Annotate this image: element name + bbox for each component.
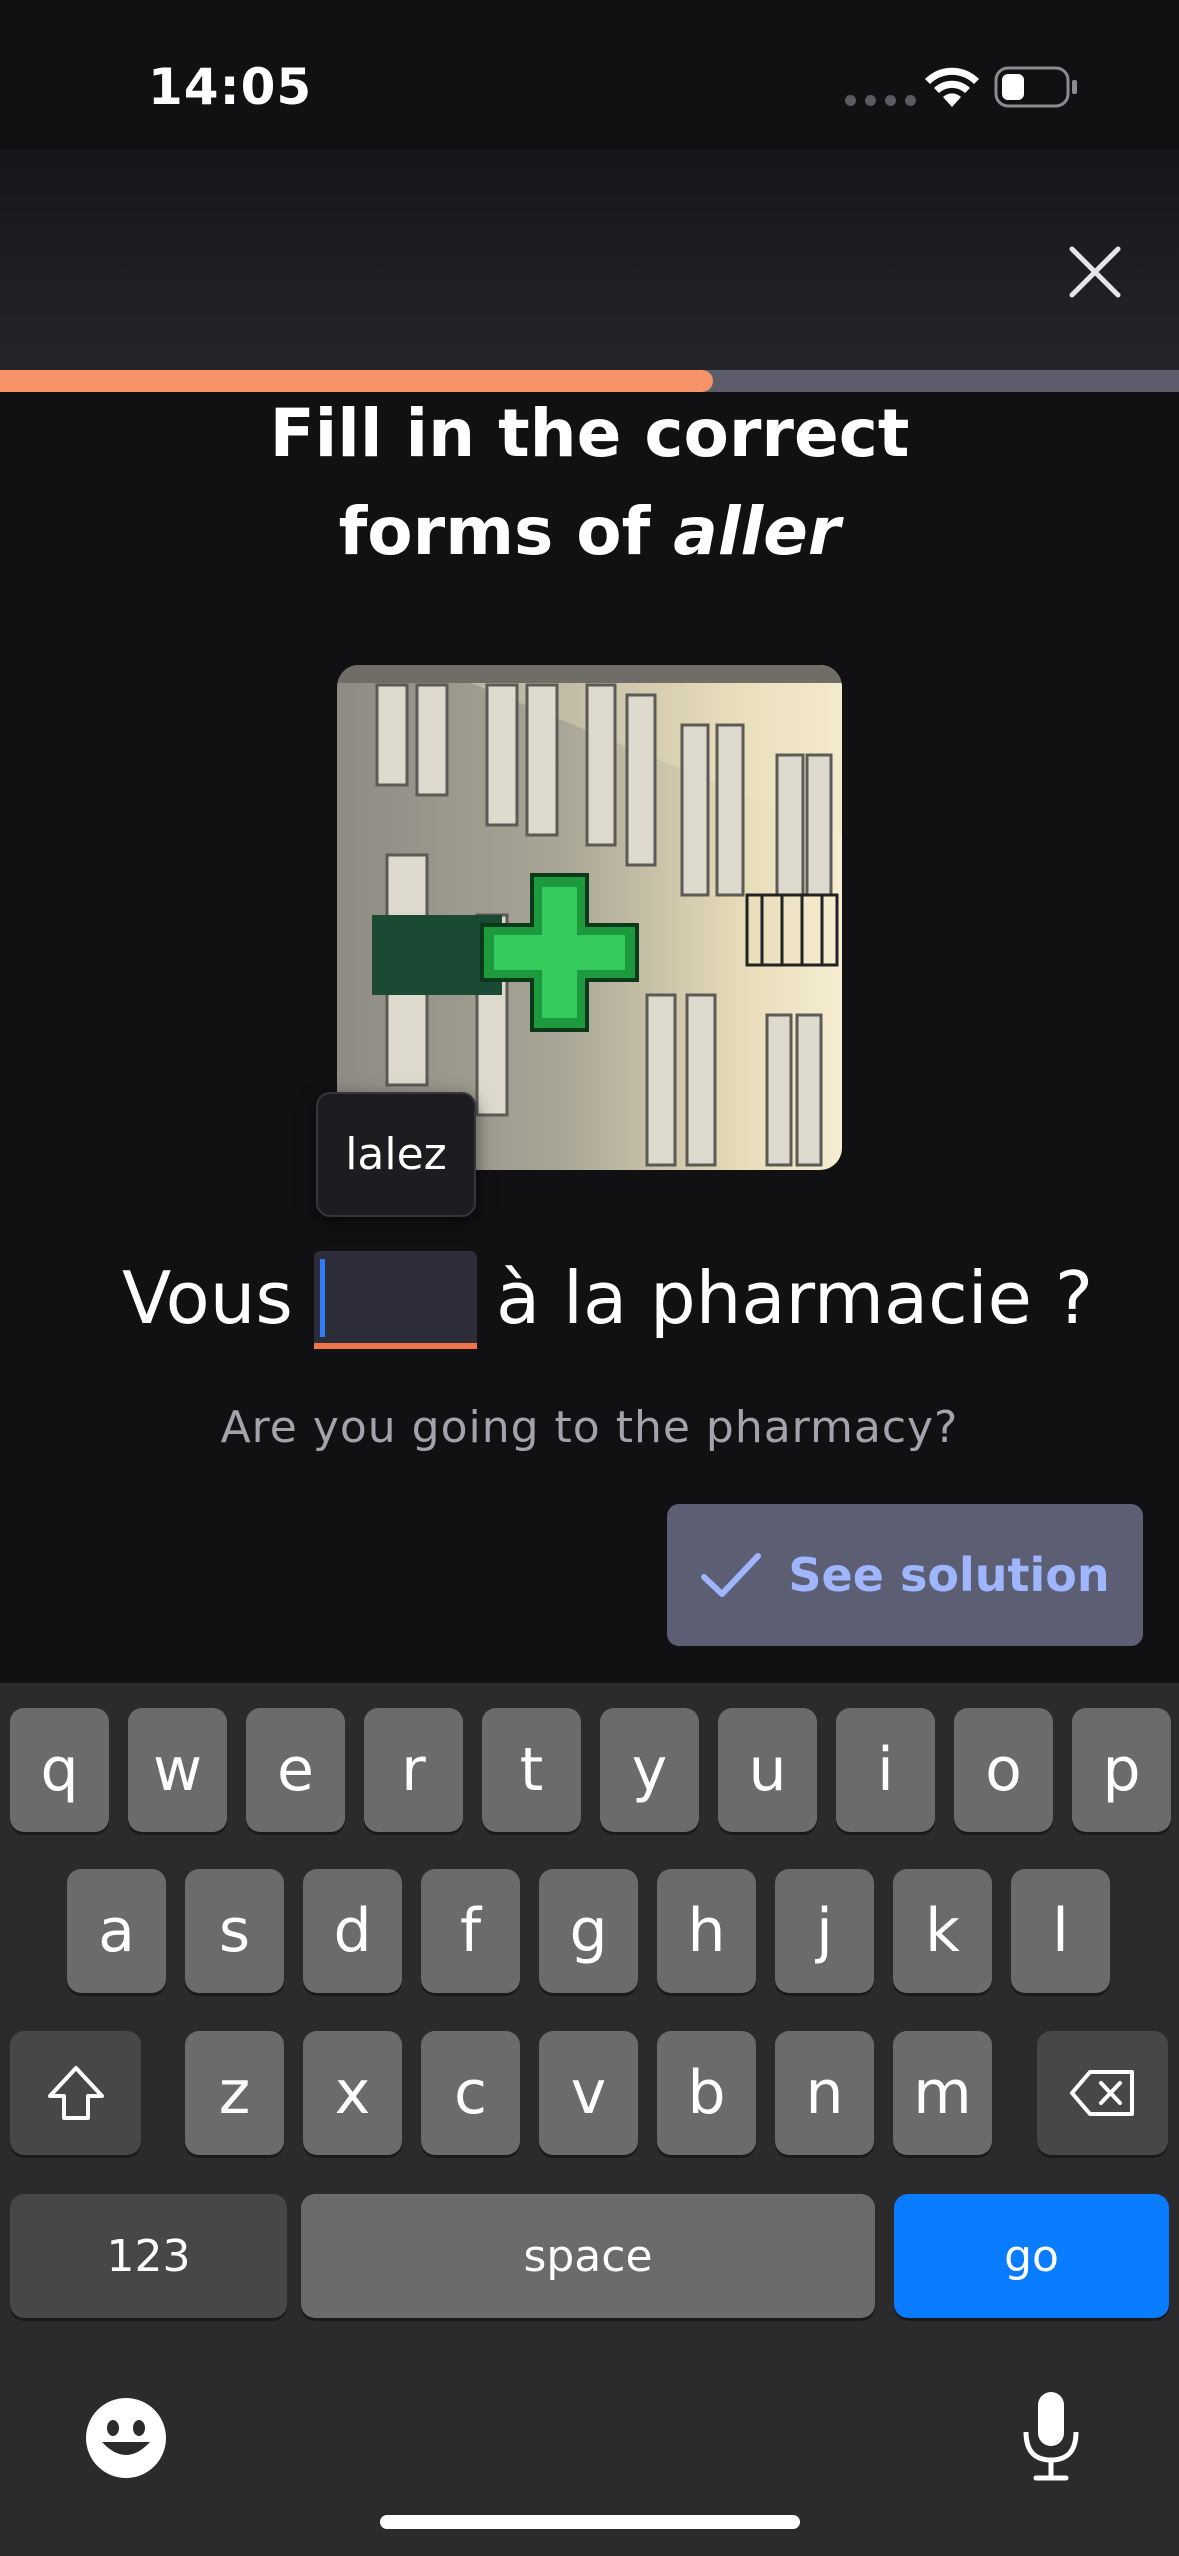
key-r[interactable]: r	[364, 1708, 463, 1832]
key-x[interactable]: x	[303, 2031, 402, 2155]
title-line-1: Fill in the correct	[269, 395, 910, 472]
status-time: 14:05	[148, 58, 313, 116]
key-a[interactable]: a	[67, 1869, 166, 1993]
key-n[interactable]: n	[775, 2031, 874, 2155]
wifi-icon	[925, 67, 979, 107]
on-screen-keyboard: qwertyuiop asdfghjkl zxcvbnm 123 space g…	[0, 1683, 1179, 2556]
suggestion-chip[interactable]: lalez	[316, 1092, 476, 1217]
status-bar: 14:05	[0, 0, 1179, 150]
key-s[interactable]: s	[185, 1869, 284, 1993]
title-prefix: forms of	[338, 493, 674, 570]
key-j[interactable]: j	[775, 1869, 874, 1993]
key-w[interactable]: w	[128, 1708, 227, 1832]
key-u[interactable]: u	[718, 1708, 817, 1832]
numbers-key[interactable]: 123	[10, 2194, 287, 2318]
sentence-end: à la pharmacie ?	[496, 1256, 1094, 1340]
key-e[interactable]: e	[246, 1708, 345, 1832]
home-indicator	[380, 2515, 800, 2529]
close-icon[interactable]	[1060, 237, 1130, 307]
see-solution-label: See solution	[788, 1548, 1110, 1602]
key-d[interactable]: d	[303, 1869, 402, 1993]
microphone-icon[interactable]	[1018, 2388, 1084, 2484]
battery-icon	[994, 66, 1077, 108]
key-l[interactable]: l	[1011, 1869, 1110, 1993]
key-y[interactable]: y	[600, 1708, 699, 1832]
shift-key[interactable]	[10, 2031, 141, 2155]
key-c[interactable]: c	[421, 2031, 520, 2155]
exercise-sentence: Vous à la pharmacie ?	[0, 1248, 1179, 1349]
emoji-icon[interactable]	[84, 2396, 168, 2480]
shift-icon	[47, 2066, 104, 2120]
cellular-signal-icon	[845, 95, 916, 106]
see-solution-button[interactable]: See solution	[667, 1504, 1143, 1646]
key-i[interactable]: i	[836, 1708, 935, 1832]
key-t[interactable]: t	[482, 1708, 581, 1832]
exercise-title: Fill in the correct forms of aller	[0, 385, 1179, 581]
key-h[interactable]: h	[657, 1869, 756, 1993]
key-f[interactable]: f	[421, 1869, 520, 1993]
key-q[interactable]: q	[10, 1708, 109, 1832]
title-verb: aller	[673, 493, 841, 570]
answer-blank-input[interactable]	[314, 1251, 477, 1349]
lesson-header	[0, 150, 1179, 370]
key-p[interactable]: p	[1072, 1708, 1171, 1832]
key-z[interactable]: z	[185, 2031, 284, 2155]
key-g[interactable]: g	[539, 1869, 638, 1993]
go-key[interactable]: go	[894, 2194, 1169, 2318]
key-b[interactable]: b	[657, 2031, 756, 2155]
key-m[interactable]: m	[893, 2031, 992, 2155]
text-caret	[320, 1259, 325, 1337]
checkmark-icon	[701, 1553, 762, 1597]
backspace-key[interactable]	[1037, 2031, 1168, 2155]
key-o[interactable]: o	[954, 1708, 1053, 1832]
key-v[interactable]: v	[539, 2031, 638, 2155]
space-key[interactable]: space	[301, 2194, 875, 2318]
backspace-icon	[1069, 2070, 1134, 2116]
sentence-translation: Are you going to the pharmacy?	[220, 1402, 959, 1453]
key-k[interactable]: k	[893, 1869, 992, 1993]
title-line-2: forms of aller	[0, 483, 1179, 581]
sentence-start: Vous	[122, 1256, 293, 1340]
